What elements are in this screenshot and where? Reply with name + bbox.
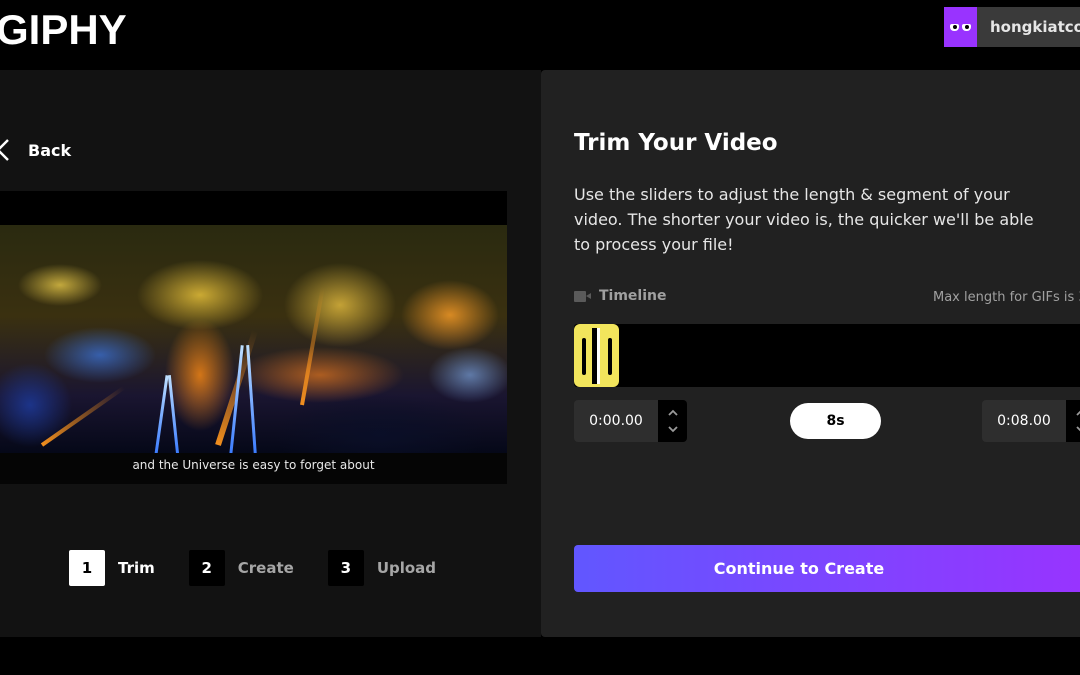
step-upload[interactable]: 3 Upload (327, 550, 437, 586)
step-trim[interactable]: 1 Trim (69, 550, 155, 586)
trim-description: Use the sliders to adjust the length & s… (574, 185, 1034, 254)
trim-handle[interactable] (574, 324, 619, 387)
back-label: Back (28, 140, 72, 160)
step-label: Trim (118, 559, 155, 577)
timeline-track[interactable] (574, 324, 1080, 387)
googly-eyes-avatar-icon (944, 7, 977, 47)
username: hongkiatco (989, 18, 1080, 36)
end-time-input[interactable]: 0:08.00 (982, 400, 1066, 442)
grip-bar (582, 338, 586, 375)
eye-right (961, 23, 971, 31)
tower-light (167, 375, 180, 453)
step-create[interactable]: 2 Create (188, 550, 294, 586)
continue-to-create-button[interactable]: Continue to Create (574, 545, 1080, 592)
chevron-left-icon (0, 138, 10, 162)
start-time-input[interactable]: 0:00.00 (574, 400, 658, 442)
video-frame (0, 225, 507, 453)
eye-left (949, 23, 959, 31)
giphy-logo[interactable]: GIPHY (0, 8, 127, 52)
grip-bar (608, 338, 612, 375)
step-indicator: 1 Trim 2 Create 3 Upload (69, 550, 470, 586)
chevron-down-icon[interactable] (667, 424, 678, 434)
back-button[interactable]: Back (0, 138, 71, 162)
tower-light (154, 375, 169, 453)
step-number: 1 (69, 550, 105, 586)
chevron-down-icon[interactable] (1075, 424, 1080, 434)
step-number: 2 (188, 550, 225, 586)
video-player[interactable]: and the Universe is easy to forget about (0, 191, 507, 484)
start-time-arrows (658, 400, 687, 442)
light-streak (40, 386, 126, 447)
end-time-arrows (1066, 400, 1080, 442)
step-label: Create (237, 559, 294, 577)
video-camera-icon (574, 290, 591, 302)
video-caption: and the Universe is easy to forget about (132, 458, 375, 472)
page-footer-area (0, 637, 1080, 675)
video-preview-panel: Back and the Universe is easy to forget … (0, 70, 541, 637)
max-length-note: Max length for GIFs is 3 (933, 290, 1080, 305)
start-time-stepper: 0:00.00 (574, 400, 687, 442)
continue-label: Continue to Create (713, 559, 885, 578)
light-streak (300, 286, 325, 406)
chevron-up-icon[interactable] (667, 408, 678, 418)
page-title: Trim Your Video (574, 130, 778, 156)
user-menu[interactable]: hongkiatco (944, 7, 1080, 47)
timeline-header: Timeline (574, 288, 667, 304)
step-number: 3 (327, 550, 364, 586)
chevron-up-icon[interactable] (1075, 408, 1080, 418)
tower-light (246, 345, 257, 453)
duration-badge: 8s (790, 403, 881, 439)
trim-panel: Trim Your Video Use the sliders to adjus… (541, 70, 1080, 637)
end-time-stepper: 0:08.00 (982, 400, 1080, 442)
step-label: Upload (376, 559, 437, 577)
timeline-label: Timeline (599, 288, 667, 304)
playhead[interactable] (592, 328, 600, 384)
top-bar: GIPHY hongkiatco (0, 0, 1080, 70)
